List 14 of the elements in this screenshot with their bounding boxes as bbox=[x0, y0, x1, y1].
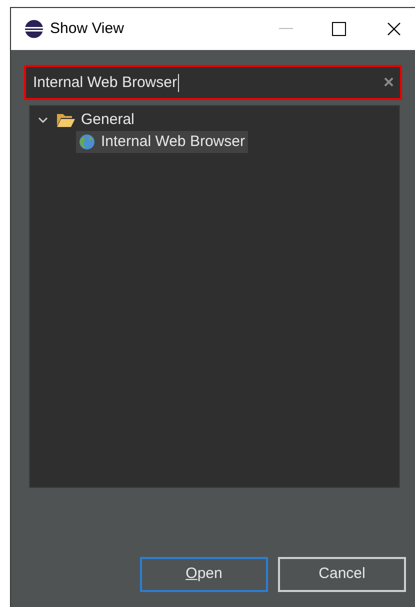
maximize-icon[interactable] bbox=[332, 22, 346, 36]
dialog-button[interactable]: Cancel bbox=[278, 557, 406, 592]
filter-text: Internal Web Browser bbox=[33, 74, 179, 92]
folder-icon bbox=[57, 113, 75, 127]
chevron-icon[interactable] bbox=[38, 116, 48, 124]
window-title: Show View bbox=[50, 18, 124, 39]
tree-item[interactable]: Internal Web Browser bbox=[76, 131, 248, 153]
tree-item[interactable]: General bbox=[54, 109, 138, 131]
dialog-button[interactable]: Open bbox=[140, 557, 268, 592]
clear-button[interactable]: × bbox=[383, 69, 394, 96]
filter-field[interactable]: Internal Web Browser × bbox=[24, 65, 402, 100]
close-icon[interactable] bbox=[387, 22, 401, 36]
app-icon bbox=[24, 19, 44, 39]
globe-icon bbox=[79, 134, 95, 150]
